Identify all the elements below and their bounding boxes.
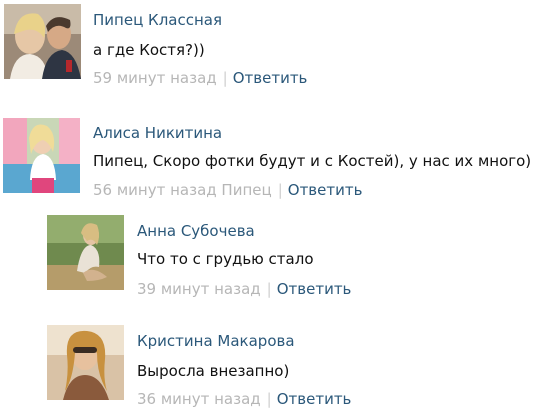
comment-author[interactable]: Анна Субочева (137, 222, 255, 240)
comment-time[interactable]: 39 минут назад (137, 280, 261, 298)
avatar[interactable] (3, 118, 80, 193)
comment-meta: 59 минут назад | Ответить (93, 69, 307, 87)
comment-text: Выросла внезапно) (137, 362, 290, 380)
meta-separator: | (266, 280, 272, 298)
comment-time[interactable]: 36 минут назад (137, 390, 261, 408)
reply-link[interactable]: Ответить (277, 280, 352, 298)
avatar-photo (4, 4, 81, 79)
comment-meta: 36 минут назад | Ответить (137, 390, 351, 408)
comment-author[interactable]: Алиса Никитина (93, 124, 222, 142)
avatar-photo (47, 215, 124, 290)
comment-text: а где Костя?)) (93, 41, 205, 59)
reply-link[interactable]: Ответить (288, 181, 363, 199)
reply-link[interactable]: Ответить (277, 390, 352, 408)
meta-separator: | (277, 181, 283, 199)
comment-text: Пипец, Скоро фотки будут и с Костей), у … (93, 152, 532, 170)
comment-time[interactable]: 56 минут назад Пипец (93, 181, 272, 199)
meta-separator: | (222, 69, 228, 87)
comment-meta: 56 минут назад Пипец | Ответить (93, 181, 362, 199)
comment-author[interactable]: Кристина Макарова (137, 332, 295, 350)
reply-link[interactable]: Ответить (233, 69, 308, 87)
avatar[interactable] (47, 325, 124, 400)
meta-separator: | (266, 390, 272, 408)
avatar-photo (3, 118, 80, 193)
comment-author[interactable]: Пипец Классная (93, 11, 222, 29)
avatar-photo (47, 325, 124, 400)
comment-meta: 39 минут назад | Ответить (137, 280, 351, 298)
avatar[interactable] (4, 4, 81, 79)
comment-text: Что то с грудью стало (137, 250, 314, 268)
avatar[interactable] (47, 215, 124, 290)
comment-time[interactable]: 59 минут назад (93, 69, 217, 87)
